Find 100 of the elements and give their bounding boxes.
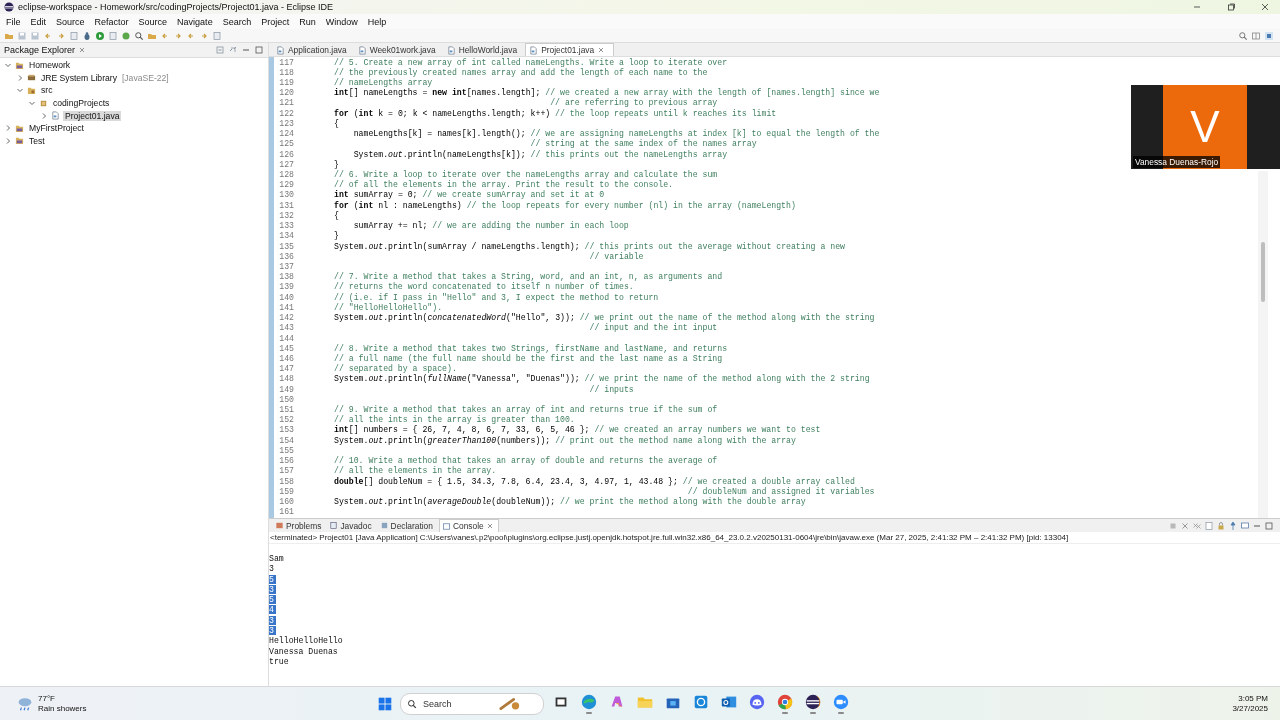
tree-item[interactable]: Test	[27, 135, 47, 146]
code-text: double[] doubleNum = { 1.5, 34.3, 7.8, 6.4, 23.4, 3, 4.97, 1, 43.48 };	[334, 476, 678, 486]
save-icon[interactable]	[17, 30, 27, 41]
chevron-icon[interactable]	[40, 111, 48, 120]
menu-item[interactable]: Window	[325, 16, 358, 27]
code-text: }	[334, 159, 339, 169]
line-number: 133	[278, 221, 294, 231]
menu-item[interactable]: Project	[261, 16, 290, 27]
app-icon[interactable]	[692, 693, 710, 711]
line-number: 122	[278, 108, 294, 118]
clock-time[interactable]: 3:05 PM	[1238, 693, 1268, 704]
declaration-icon	[379, 521, 389, 530]
pin-icon[interactable]	[1228, 520, 1238, 531]
close-icon[interactable]	[485, 522, 494, 530]
eclipse-icon[interactable]	[804, 693, 822, 711]
chevron-icon[interactable]	[28, 99, 36, 108]
save-icon[interactable]	[30, 30, 40, 41]
weather-condition: Rain showers	[38, 703, 87, 714]
code-comment: // of all the elements in the array. Print the result to the console.	[334, 180, 674, 190]
tree-item[interactable]: MyFirstProject	[27, 123, 86, 134]
video-camera-icon[interactable]	[832, 693, 850, 711]
chevron-icon[interactable]	[16, 73, 24, 82]
code-text: {	[334, 118, 339, 128]
chrome-icon[interactable]	[776, 693, 794, 711]
code-text: System.out.println(greaterThan100(numbers));	[334, 435, 551, 445]
document-icon[interactable]	[108, 30, 118, 41]
line-number: 159	[278, 486, 294, 496]
close-icon[interactable]	[1260, 2, 1270, 12]
chevron-icon[interactable]	[4, 136, 12, 145]
editor-tab[interactable]: HelloWorld.java	[443, 44, 526, 56]
code-comment: // we print the name of the method along with the 2 string	[584, 374, 870, 384]
menu-item[interactable]: Edit	[30, 16, 47, 27]
line-number: 148	[278, 374, 294, 384]
view-tab[interactable]: Declaration	[377, 519, 437, 532]
clock-date[interactable]: 3/27/2025	[1232, 703, 1268, 714]
run-icon[interactable]	[95, 30, 105, 41]
console-line: 3	[269, 564, 275, 574]
line-number: 142	[278, 313, 294, 323]
search-field[interactable]: Search	[423, 698, 493, 709]
view-tab[interactable]: Package Explorer	[4, 45, 76, 55]
code-comment: // we created a double array called	[682, 476, 855, 486]
game-controller-icon[interactable]	[748, 693, 766, 711]
line-number: 135	[278, 241, 294, 251]
view-tab[interactable]: Javadoc	[327, 519, 376, 532]
code-comment: // returns the word concatenated to itself n number of times.	[334, 282, 634, 292]
line-number: 149	[278, 384, 294, 394]
remove-all-icon[interactable]	[1192, 520, 1202, 531]
editor-tab[interactable]: Project01.java	[525, 43, 615, 56]
document-icon[interactable]	[212, 30, 222, 41]
maximize-icon[interactable]	[1264, 520, 1274, 531]
maximize-icon[interactable]	[254, 45, 264, 55]
code-text: int sumArray = 0;	[334, 190, 418, 200]
java-perspective-icon[interactable]	[1264, 30, 1274, 41]
line-number: 139	[278, 282, 294, 292]
line-number: 145	[278, 343, 294, 353]
folder-icon	[27, 86, 36, 95]
chevron-icon[interactable]	[16, 86, 24, 95]
chevron-icon[interactable]	[4, 124, 12, 133]
scrollbar[interactable]	[1258, 171, 1268, 518]
code-text: {	[334, 210, 339, 220]
perspective-icon[interactable]	[1251, 30, 1261, 41]
browser-icon[interactable]	[580, 693, 598, 711]
menu-item[interactable]: Refactor	[94, 16, 129, 27]
tree-item[interactable]: JRE System Library	[39, 72, 119, 83]
document-icon[interactable]	[1204, 520, 1214, 531]
tree-item[interactable]: src	[39, 85, 55, 96]
chevron-icon[interactable]	[4, 61, 12, 70]
search-icon[interactable]	[134, 30, 144, 41]
menu-item[interactable]: Source	[56, 16, 85, 27]
tree-item[interactable]: Project01.java	[63, 110, 122, 121]
code-comment: // 6. Write a loop to iterate over the nameLengths array and calculate the sum	[334, 170, 718, 179]
monitor-icon[interactable]	[1240, 520, 1250, 531]
editor-tab[interactable]: Week01work.java	[354, 44, 444, 56]
editor-tab[interactable]: Application.java	[273, 44, 355, 56]
maximize-icon[interactable]	[1226, 2, 1236, 12]
menu-item[interactable]: File	[6, 16, 21, 27]
view-tab[interactable]: Problems	[273, 519, 326, 532]
tree-item[interactable]: codingProjects	[51, 98, 112, 109]
collapse-all-icon[interactable]	[215, 45, 225, 55]
tree-item[interactable]: Homework	[27, 60, 73, 71]
line-number: 124	[278, 129, 294, 139]
menu-item[interactable]: Source	[138, 16, 168, 27]
participant-name: Vanessa Duenas-Rojo	[1133, 156, 1221, 168]
line-number: 127	[278, 159, 294, 169]
remove-icon[interactable]	[1180, 520, 1190, 531]
console-line: Sam	[269, 554, 285, 563]
link-icon[interactable]	[228, 45, 238, 55]
line-number: 126	[278, 149, 294, 159]
search-icon[interactable]	[1238, 30, 1248, 41]
view-tab[interactable]: Console	[438, 519, 499, 532]
menu-item[interactable]: Search	[222, 16, 252, 27]
menu-item[interactable]: Help	[367, 16, 387, 27]
menu-item[interactable]: Navigate	[177, 16, 213, 27]
menu-item[interactable]: Run	[299, 16, 316, 27]
lock-icon[interactable]	[1216, 520, 1226, 531]
code-comment: // 7. Write a method that takes a String, word, and an int, n, as arguments and	[334, 272, 723, 282]
line-number: 153	[278, 425, 294, 435]
bug-icon[interactable]	[82, 30, 92, 41]
close-icon[interactable]	[78, 46, 87, 54]
close-icon[interactable]	[597, 46, 606, 54]
